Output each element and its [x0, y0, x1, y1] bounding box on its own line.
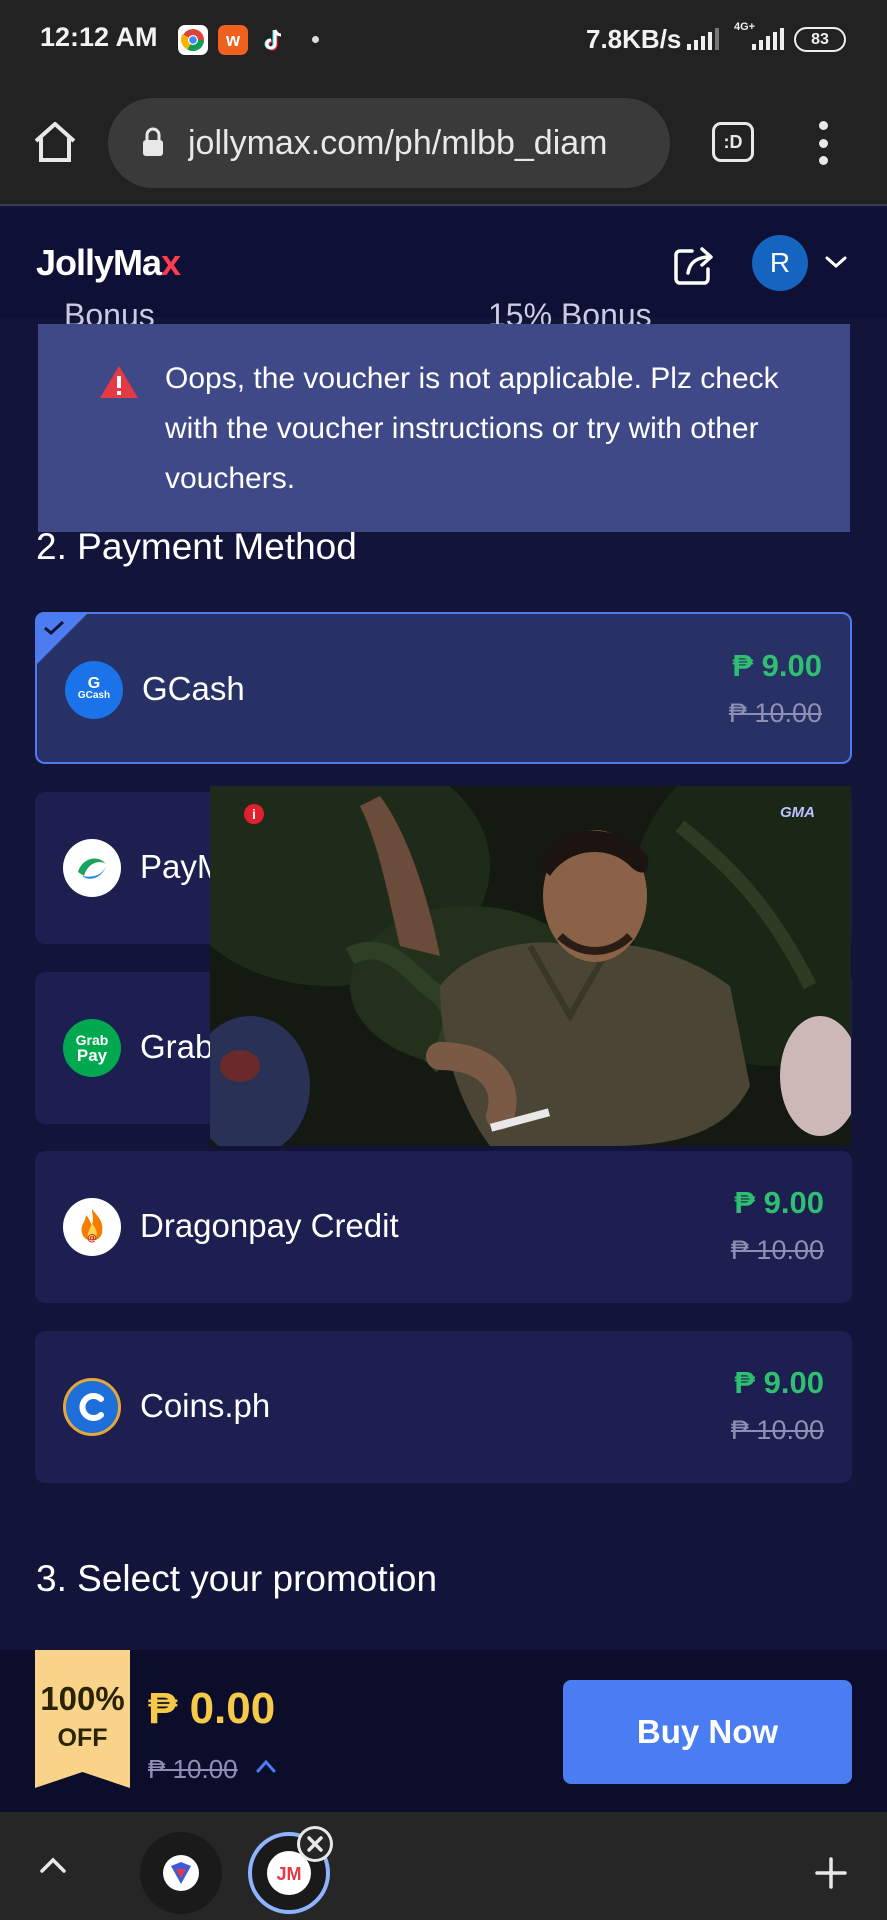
- svg-text:@: @: [87, 1233, 97, 1244]
- grabpay-logo: Grab Pay: [63, 1019, 121, 1077]
- payment-method-title: 2. Payment Method: [36, 526, 357, 567]
- coinsph-logo: [63, 1378, 121, 1436]
- dragonpay-logo: @: [63, 1198, 121, 1256]
- status-bar: 12:12 AM w 7.8KB/s 4G+ 83: [0, 0, 887, 80]
- payment-option-coinsph[interactable]: Coins.ph ₱ 9.00 ₱ 10.00: [35, 1331, 852, 1483]
- voucher-error-toast: Oops, the voucher is not applicable. Plz…: [38, 324, 850, 532]
- signal-icon: [687, 28, 719, 50]
- original-price: ₱ 10.00: [730, 1415, 824, 1445]
- original-total: ₱ 10.00: [148, 1754, 238, 1784]
- discount-price: ₱ 9.00: [732, 648, 822, 683]
- browser-tab-strip: JM: [0, 1812, 887, 1920]
- gma-logo: GMA: [780, 804, 815, 821]
- avatar[interactable]: R: [752, 235, 808, 291]
- payment-option-dragonpay[interactable]: @ Dragonpay Credit ₱ 9.00 ₱ 10.00: [35, 1151, 852, 1303]
- total-price: ₱ 0.00: [148, 1684, 276, 1733]
- info-icon[interactable]: i: [244, 804, 264, 824]
- svg-text:JM: JM: [276, 1864, 301, 1884]
- payment-option-gcash[interactable]: G GCash GCash ₱ 9.00 ₱ 10.00: [35, 612, 852, 764]
- network-speed: 7.8KB/s: [586, 24, 682, 54]
- warning-icon: [100, 366, 138, 398]
- more-menu-icon[interactable]: [815, 121, 831, 165]
- chevron-up-icon[interactable]: [255, 1758, 277, 1774]
- tiktok-icon: [258, 25, 288, 55]
- jollymax-logo[interactable]: JollyMax: [36, 242, 181, 284]
- original-price: ₱ 10.00: [730, 1235, 824, 1265]
- payment-name: GCash: [142, 670, 245, 707]
- video-overlay[interactable]: i GMA: [210, 786, 851, 1146]
- notification-dot: [312, 36, 319, 43]
- payment-name: Dragonpay Credit: [140, 1207, 399, 1244]
- browser-toolbar: jollymax.com/ph/mlbb_diam :D: [0, 80, 887, 206]
- signal-icon-2: [752, 28, 784, 50]
- chevron-up-icon[interactable]: [38, 1854, 68, 1876]
- status-time: 12:12 AM: [40, 22, 158, 52]
- promotion-title: 3. Select your promotion: [36, 1558, 438, 1599]
- promo-badge: [35, 1650, 130, 1788]
- original-price: ₱ 10.00: [728, 698, 822, 728]
- paymaya-logo: [63, 839, 121, 897]
- close-tab-icon[interactable]: [297, 1826, 333, 1862]
- video-frame: [210, 786, 851, 1146]
- home-icon[interactable]: [30, 117, 80, 167]
- chrome-icon: [178, 25, 208, 55]
- discount-price: ₱ 9.00: [734, 1185, 824, 1220]
- purchase-bar: 100% OFF ₱ 0.00 ₱ 10.00 Buy Now: [0, 1650, 887, 1812]
- bonus-label: Bonus: [64, 300, 155, 324]
- url-field[interactable]: jollymax.com/ph/mlbb_diam: [108, 98, 670, 188]
- promo-off: OFF: [57, 1724, 108, 1752]
- bonus-label-2: 15% Bonus: [488, 300, 652, 324]
- plus-icon[interactable]: [814, 1856, 848, 1890]
- battery-icon: 83: [794, 27, 846, 52]
- url-text: jollymax.com/ph/mlbb_diam: [188, 124, 608, 162]
- lock-icon: [143, 127, 163, 156]
- w-app-icon: w: [218, 25, 248, 55]
- gcash-logo: G GCash: [65, 661, 123, 719]
- discount-price: ₱ 9.00: [734, 1365, 824, 1400]
- promo-percent: 100%: [40, 1680, 125, 1717]
- payment-name: Coins.ph: [140, 1387, 271, 1424]
- chevron-down-icon[interactable]: [824, 252, 848, 272]
- buy-now-button[interactable]: Buy Now: [563, 1680, 852, 1784]
- check-icon: [44, 620, 65, 635]
- tabs-button[interactable]: :D: [712, 122, 754, 162]
- tab-thumbnail-1[interactable]: [140, 1832, 222, 1914]
- share-icon[interactable]: [672, 243, 716, 287]
- toast-message: Oops, the voucher is not applicable. Plz…: [165, 362, 779, 495]
